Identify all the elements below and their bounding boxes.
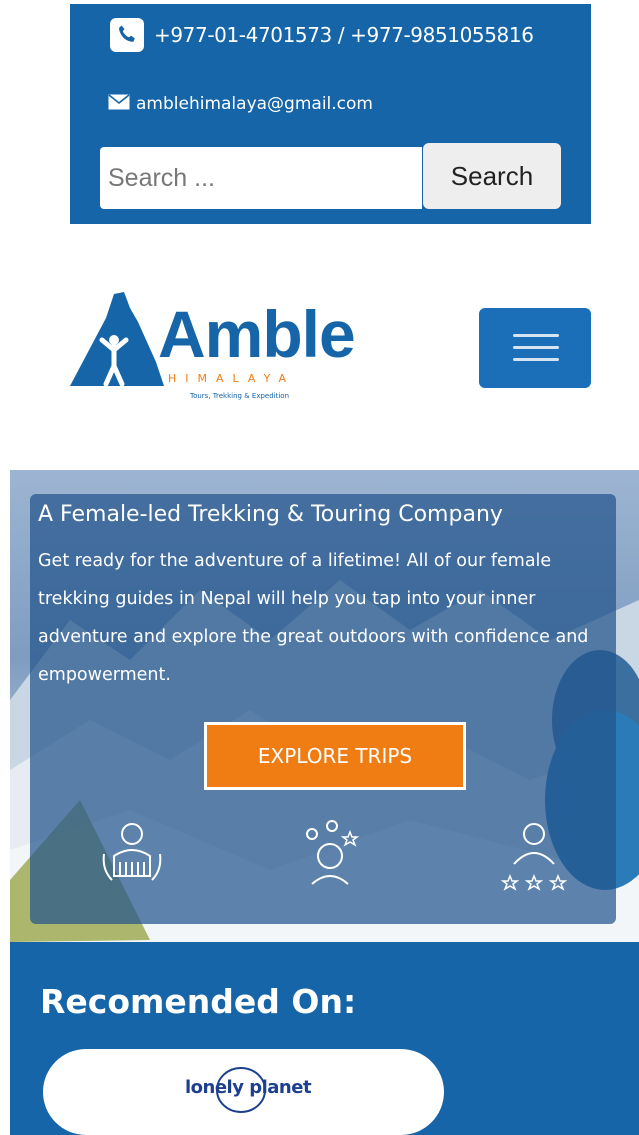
- hero-title: A Female-led Trekking & Touring Company: [38, 502, 503, 527]
- amble-himalaya-logo[interactable]: Amble HIMALAYA Tours, Trekking & Expedit…: [68, 288, 356, 410]
- email-address[interactable]: amblehimalaya@gmail.com: [136, 94, 373, 114]
- email-row[interactable]: amblehimalaya@gmail.com: [108, 94, 373, 114]
- hero-description: Get ready for the adventure of a lifetim…: [38, 551, 589, 685]
- partner-card[interactable]: lonely planet: [43, 1049, 444, 1135]
- hero-overlay-panel: A Female-led Trekking & Touring Company …: [30, 494, 616, 924]
- hamburger-menu-button[interactable]: [479, 308, 591, 388]
- recommended-title: Recomended On:: [40, 982, 357, 1021]
- female-guide-icon: [92, 814, 172, 894]
- contact-bar: +977-01-4701573 / +977-9851055816 ambleh…: [70, 4, 591, 224]
- search-button[interactable]: Search: [423, 143, 561, 209]
- search-input[interactable]: [100, 147, 422, 209]
- rated-guide-icon: [494, 814, 574, 894]
- phone-row[interactable]: +977-01-4701573 / +977-9851055816: [110, 18, 534, 52]
- hero-section: A Female-led Trekking & Touring Company …: [10, 470, 639, 942]
- logo-wordmark: Amble: [158, 297, 356, 371]
- logo-tagline: Tours, Trekking & Expedition: [190, 392, 290, 400]
- phone-numbers[interactable]: +977-01-4701573 / +977-9851055816: [154, 23, 534, 47]
- ideas-icon: [290, 814, 370, 894]
- mail-icon: [108, 94, 130, 114]
- explore-trips-button[interactable]: EXPLORE TRIPS: [204, 722, 466, 790]
- lonely-planet-logo: lonely planet: [185, 1077, 312, 1098]
- recommended-section: Recomended On: lonely planet: [10, 942, 639, 1135]
- logo-subtitle: HIMALAYA: [168, 372, 295, 385]
- phone-icon: [110, 18, 144, 52]
